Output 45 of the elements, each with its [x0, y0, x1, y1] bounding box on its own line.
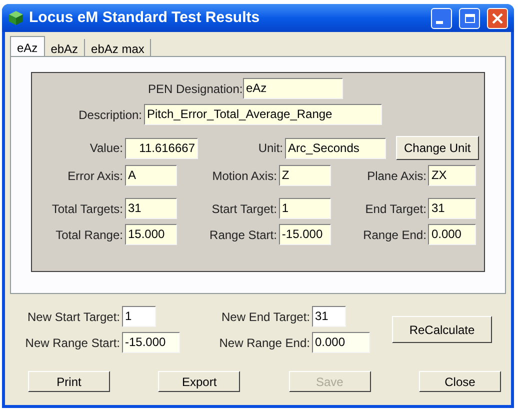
field-label: PEN Designation: — [148, 80, 243, 98]
text-field[interactable]: 1 — [122, 306, 156, 327]
field-label: Unit: — [257, 140, 284, 157]
text-field[interactable]: 31 — [312, 306, 346, 327]
maximize-icon[interactable] — [459, 8, 480, 28]
text-field[interactable]: -15.000 — [122, 332, 180, 353]
text-field[interactable]: 0.000 — [312, 332, 370, 353]
field-label: Total Targets: — [50, 200, 124, 218]
field-label: Start Target: — [210, 200, 278, 218]
text-field[interactable]: 0.000 — [428, 224, 476, 245]
text-field[interactable]: Z — [278, 165, 331, 186]
dialog-button[interactable]: Close — [418, 371, 501, 392]
text-field[interactable]: A — [125, 165, 177, 186]
text-field[interactable]: 1 — [278, 198, 331, 219]
dialog-button[interactable]: Print — [28, 371, 110, 392]
text-field[interactable]: -15.000 — [278, 224, 331, 245]
text-field[interactable]: 15.000 — [125, 224, 177, 245]
field-label: Description: — [78, 106, 143, 124]
dialog-button[interactable]: Export — [158, 371, 240, 392]
field-label: Plane Axis: — [366, 168, 428, 184]
close-icon[interactable] — [487, 8, 508, 28]
field-label: New Range End: — [218, 334, 311, 352]
change-unit-button[interactable]: Change Unit — [396, 136, 479, 160]
field-label: Error Axis: — [66, 168, 124, 184]
field-label: New Range Start: — [24, 334, 121, 352]
text-field[interactable]: 31 — [125, 198, 177, 219]
cube-icon — [8, 10, 24, 26]
minimize-icon[interactable] — [431, 8, 452, 28]
text-field[interactable]: 11.616667 — [125, 138, 198, 158]
text-field[interactable]: Pitch_Error_Total_Average_Range — [144, 104, 382, 125]
tab[interactable]: eAz — [10, 36, 45, 56]
text-field[interactable]: ZX — [428, 165, 476, 186]
text-field[interactable]: eAz — [243, 78, 343, 99]
recalculate-button[interactable]: ReCalculate — [392, 316, 492, 343]
window-title: Locus eM Standard Test Results — [29, 8, 261, 28]
field-label: Range Start: — [208, 226, 278, 244]
field-label: Motion Axis: — [211, 168, 278, 184]
text-field[interactable]: Arc_Seconds — [285, 138, 386, 158]
field-label: New Start Target: — [26, 308, 121, 326]
field-label: Range End: — [362, 226, 428, 244]
field-label: Total Range: — [54, 226, 124, 244]
field-label: New End Target: — [220, 308, 311, 326]
field-label: End Target: — [364, 200, 428, 218]
text-field[interactable]: 31 — [428, 198, 476, 219]
field-label: Value: — [88, 140, 124, 157]
